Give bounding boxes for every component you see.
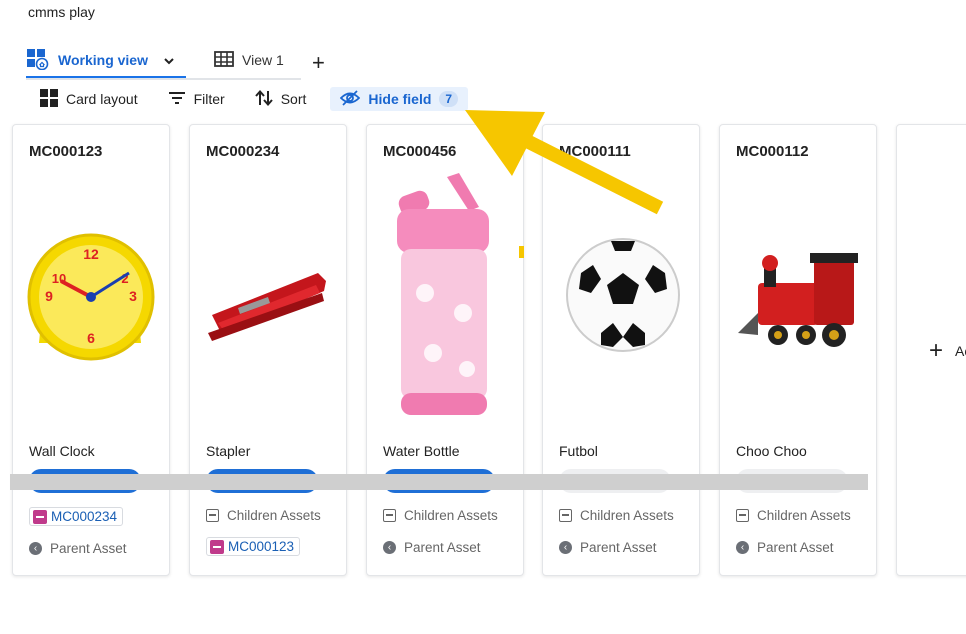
parent-asset-label: Parent Asset xyxy=(757,540,834,555)
children-assets-row: Children Assets xyxy=(383,508,498,523)
hide-field-label: Hide field xyxy=(368,91,432,107)
add-card[interactable]: + Ac xyxy=(896,124,966,576)
tab-working-view[interactable]: Working view xyxy=(26,44,186,78)
toolbar: Card layout Filter Sort Hide field 7 xyxy=(34,86,486,112)
back-arrow-icon: ‹ xyxy=(383,541,396,554)
parent-asset-chip[interactable]: MC000123 xyxy=(206,537,301,556)
children-assets-row: Children Assets xyxy=(736,508,851,523)
children-assets-label: Children Assets xyxy=(404,508,498,523)
add-view-button[interactable]: + xyxy=(312,50,325,76)
children-assets-icon xyxy=(559,509,572,522)
parent-asset-label: Parent Asset xyxy=(404,540,481,555)
asset-name: Choo Choo xyxy=(736,443,807,459)
card-layout-label: Card layout xyxy=(66,91,138,107)
child-asset-chip[interactable]: MC000234 xyxy=(29,507,124,526)
asset-id: MC000123 xyxy=(29,143,103,160)
asset-chip-icon xyxy=(33,509,47,524)
asset-card[interactable]: MC000456 Water Bottle Children Assets ‹ … xyxy=(366,124,524,576)
water-bottle-image xyxy=(375,173,515,423)
parent-asset-row: ‹ Parent Asset xyxy=(559,540,657,555)
app-title: cmms play xyxy=(28,4,95,20)
toy-train-image xyxy=(728,173,868,423)
hide-field-count-badge: 7 xyxy=(439,91,459,107)
filter-icon xyxy=(168,91,186,108)
asset-card[interactable]: MC000111 Futbol Children Assets ‹ Parent… xyxy=(542,124,700,576)
svg-text:6: 6 xyxy=(87,330,95,346)
asset-id: MC000111 xyxy=(559,143,631,160)
children-assets-row: Children Assets xyxy=(206,508,321,523)
filter-button[interactable]: Filter xyxy=(162,87,231,111)
view-tabs: Working view View 1 xyxy=(26,44,301,80)
svg-text:9: 9 xyxy=(45,288,53,304)
asset-name: Wall Clock xyxy=(29,443,95,459)
eye-off-icon xyxy=(340,89,361,109)
back-arrow-icon: ‹ xyxy=(29,542,42,555)
clock-image: 12 3 6 9 10 2 xyxy=(21,173,161,423)
asset-name: Stapler xyxy=(206,443,251,459)
plus-icon: + xyxy=(929,337,944,364)
soccer-ball-image xyxy=(551,173,691,423)
parent-asset-row: ‹ Parent Asset xyxy=(29,541,127,556)
children-assets-row: Children Assets xyxy=(559,508,674,523)
children-assets-label: Children Assets xyxy=(580,508,674,523)
stapler-image xyxy=(198,173,338,423)
sort-icon xyxy=(254,89,273,109)
back-arrow-icon: ‹ xyxy=(736,541,749,554)
asset-id: MC000112 xyxy=(736,143,809,160)
asset-card[interactable]: MC000234 Stapler Children Assets MC00012… xyxy=(189,124,347,576)
scrollbar-overlay[interactable] xyxy=(10,474,868,490)
children-assets-icon xyxy=(383,509,396,522)
tab-view-1-label: View 1 xyxy=(242,52,284,68)
parent-asset-row: ‹ Parent Asset xyxy=(383,540,481,555)
parent-asset-label: Parent Asset xyxy=(50,541,127,556)
tab-working-view-label: Working view xyxy=(58,52,148,68)
asset-id: MC000234 xyxy=(206,143,280,160)
table-view-icon xyxy=(214,50,234,70)
sort-label: Sort xyxy=(280,91,307,107)
asset-id: MC000456 xyxy=(383,143,457,160)
parent-asset-label: Parent Asset xyxy=(580,540,657,555)
children-assets-label: Children Assets xyxy=(757,508,851,523)
add-card-label: Ac xyxy=(955,343,966,359)
back-arrow-icon: ‹ xyxy=(559,541,572,554)
tab-view-1[interactable]: View 1 xyxy=(214,44,284,76)
annotation-mark xyxy=(519,246,524,258)
children-assets-icon xyxy=(736,509,749,522)
asset-name: Water Bottle xyxy=(383,443,460,459)
children-assets-label: Children Assets xyxy=(227,508,321,523)
card-layout-button[interactable]: Card layout xyxy=(34,87,144,111)
card-layout-icon xyxy=(40,88,58,110)
svg-text:3: 3 xyxy=(129,288,137,304)
sort-button[interactable]: Sort xyxy=(249,87,313,111)
asset-chip-icon xyxy=(210,539,224,554)
parent-asset-chip-label: MC000123 xyxy=(228,539,295,554)
hide-field-button[interactable]: Hide field 7 xyxy=(330,87,469,111)
asset-card[interactable]: MC000123 12 3 6 9 10 2 Wall Clock MC0002… xyxy=(12,124,170,576)
filter-label: Filter xyxy=(193,91,225,107)
card-view-icon xyxy=(26,48,50,73)
svg-text:12: 12 xyxy=(83,246,99,262)
child-asset-chip-label: MC000234 xyxy=(51,509,118,524)
asset-card[interactable]: MC000112 Choo Choo Children Assets ‹ Par… xyxy=(719,124,877,576)
chevron-down-icon[interactable] xyxy=(164,52,174,68)
parent-asset-row: ‹ Parent Asset xyxy=(736,540,834,555)
asset-name: Futbol xyxy=(559,443,598,459)
children-assets-icon xyxy=(206,509,219,522)
